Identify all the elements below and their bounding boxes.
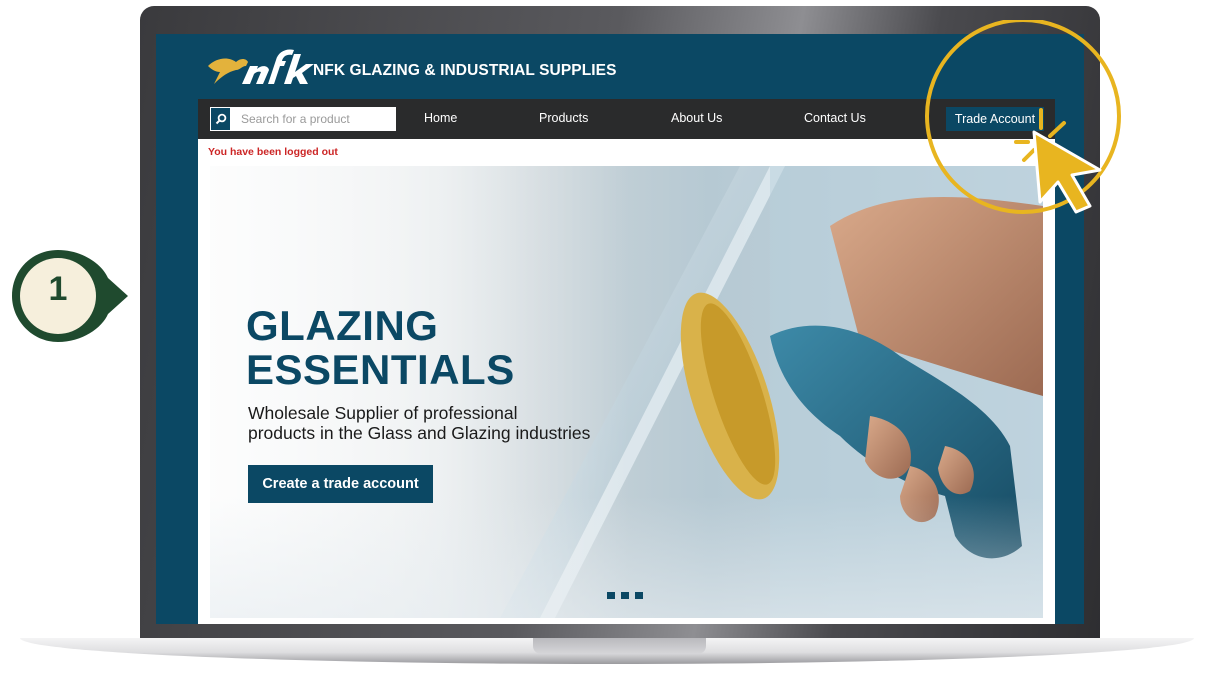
brand-logo[interactable] [206,40,316,92]
step-number: 1 [48,270,68,308]
search-input[interactable] [231,107,396,131]
highlight-callout [925,20,1121,214]
nav-products[interactable]: Products [539,111,588,125]
laptop-notch [533,638,706,654]
hero-title-line1: GLAZING [246,302,439,349]
nav-contact-us[interactable]: Contact Us [804,111,866,125]
slide-dot-2[interactable] [621,592,629,599]
slide-dot-1[interactable] [607,592,615,599]
hero-bottom-fade [210,496,1043,618]
hero-subtitle: Wholesale Supplier of professional produ… [248,403,668,443]
logout-alert: You have been logged out [208,146,338,158]
hero-banner: GLAZING ESSENTIALS Wholesale Supplier of… [210,166,1043,618]
nav-about-us[interactable]: About Us [671,111,722,125]
search-bar [210,107,396,131]
hero-title: GLAZING ESSENTIALS [246,304,515,392]
kangaroo-logo-icon [208,49,314,84]
slider-indicators [607,592,643,599]
create-trade-account-button[interactable]: Create a trade account [248,465,433,503]
brand-name: NFK GLAZING & INDUSTRIAL SUPPLIES [313,62,617,79]
hero-title-line2: ESSENTIALS [246,346,515,393]
hero-subtitle-line2: products in the Glass and Glazing indust… [248,423,591,443]
search-button[interactable] [210,107,231,131]
search-icon [215,113,226,125]
hero-subtitle-line1: Wholesale Supplier of professional [248,403,518,423]
slide-dot-3[interactable] [635,592,643,599]
nav-home[interactable]: Home [424,111,457,125]
